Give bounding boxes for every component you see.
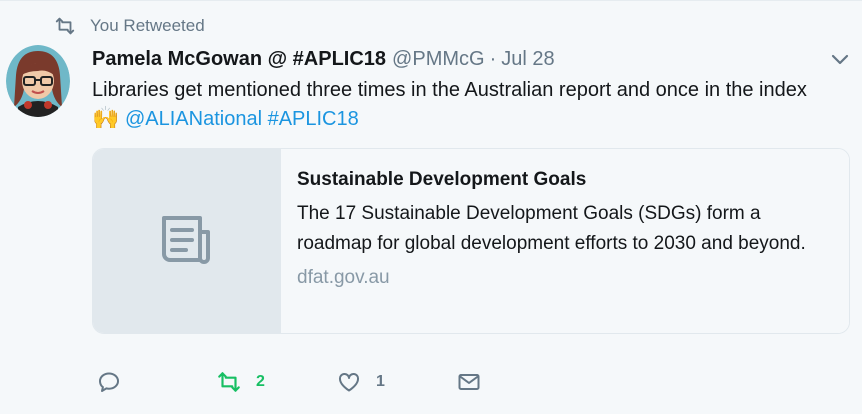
heart-icon: [336, 369, 362, 395]
avatar[interactable]: [6, 45, 70, 117]
tweet-text: Libraries get mentioned three times in t…: [92, 76, 862, 133]
retweet-count: 2: [256, 373, 265, 390]
retweet-context-label: You Retweeted: [90, 16, 205, 35]
header-separator: ·: [489, 48, 497, 70]
chevron-down-icon[interactable]: [830, 51, 850, 67]
retweet-context: You Retweeted: [54, 15, 205, 37]
card-body: Sustainable Development Goals The 17 Sus…: [281, 149, 849, 333]
raised-hands-emoji: 🙌: [92, 105, 120, 130]
link-card[interactable]: Sustainable Development Goals The 17 Sus…: [92, 148, 850, 334]
card-description: The 17 Sustainable Development Goals (SD…: [297, 203, 806, 254]
retweet-icon: [216, 369, 242, 395]
like-button[interactable]: 1: [336, 369, 456, 395]
tweet-timestamp[interactable]: Jul 28: [501, 45, 554, 73]
reply-icon: [96, 369, 122, 395]
hashtag-link[interactable]: #APLIC18: [268, 108, 359, 130]
retweet-button[interactable]: 2: [216, 369, 336, 395]
reply-button[interactable]: [96, 369, 216, 395]
retweet-context-icon: [54, 15, 76, 37]
card-title: Sustainable Development Goals: [297, 169, 587, 190]
mention-link[interactable]: @ALIANational: [125, 108, 262, 130]
like-count: 1: [376, 373, 385, 390]
tweet[interactable]: You Retweeted Pamela McGowan @ #APLIC18 …: [0, 0, 862, 414]
tweet-header: Pamela McGowan @ #APLIC18 @PMMcG · Jul 2…: [92, 45, 555, 73]
envelope-icon: [456, 369, 482, 395]
card-domain: dfat.gov.au: [297, 267, 390, 288]
author-name[interactable]: Pamela McGowan @ #APLIC18: [92, 45, 386, 73]
card-media: [93, 149, 281, 333]
direct-message-button[interactable]: [456, 369, 496, 395]
tweet-actions: 2 1: [96, 369, 496, 395]
document-icon: [158, 210, 216, 273]
tweet-body: Libraries get mentioned three times in t…: [92, 79, 807, 101]
author-handle[interactable]: @PMMcG: [392, 45, 485, 73]
